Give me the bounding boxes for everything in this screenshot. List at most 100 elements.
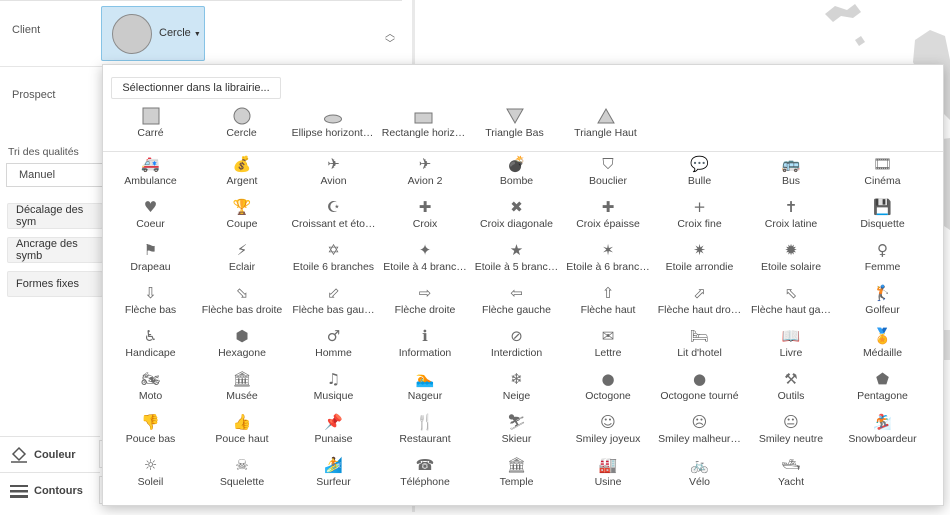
octagon-icon: ● bbox=[601, 370, 615, 388]
symbol-option[interactable]: ✉ Lettre bbox=[563, 326, 654, 368]
symbol-option[interactable]: ✝ Croix latine bbox=[746, 197, 837, 239]
symbol-grid: 🚑 Ambulance 💰 Argent ✈ Avion ✈ Avion 2 💣 Bombe ⛉ Bo… bbox=[103, 153, 943, 503]
shape-option-triangle-bas[interactable]: Triangle Bas bbox=[469, 105, 560, 147]
shape-option-ellipse[interactable]: Ellipse horizont… bbox=[287, 105, 378, 147]
symbol-option[interactable]: 😐 Smiley neutre bbox=[746, 412, 837, 454]
symbol-option[interactable]: 🏛 Musée bbox=[197, 369, 288, 411]
shape-option-carre[interactable]: Carré bbox=[105, 105, 196, 147]
symbol-option[interactable]: ❄ Neige bbox=[471, 369, 562, 411]
symbol-option[interactable]: 🏅 Médaille bbox=[837, 326, 928, 368]
decalage-button[interactable]: Décalage des sym bbox=[7, 203, 103, 229]
symbol-option[interactable]: ☠ Squelette bbox=[197, 455, 288, 497]
symbol-option[interactable]: ⇨ Flèche droite bbox=[380, 283, 471, 325]
symbol-option[interactable]: 🍴 Restaurant bbox=[380, 412, 471, 454]
five-point-star-icon: ★ bbox=[509, 241, 524, 259]
symbol-option[interactable]: ☪ Croissant et éto… bbox=[288, 197, 379, 239]
symbol-option[interactable]: 🎞 Cinéma bbox=[837, 154, 928, 196]
symbol-option[interactable]: 🏭 Usine bbox=[563, 455, 654, 497]
shape-select-button[interactable]: Cercle ▼ bbox=[101, 6, 205, 61]
symbol-option[interactable]: ☺ Smiley joyeux bbox=[563, 412, 654, 454]
chevron-down-icon[interactable]: ﹀ bbox=[381, 40, 399, 50]
symbol-option[interactable]: ✈ Avion 2 bbox=[380, 154, 471, 196]
symbol-option[interactable]: ♥ Coeur bbox=[105, 197, 196, 239]
symbol-option[interactable]: ⬟ Pentagone bbox=[837, 369, 928, 411]
shape-option-rectangle[interactable]: Rectangle horiz… bbox=[378, 105, 469, 147]
symbol-option[interactable]: ☹ Smiley malheur… bbox=[654, 412, 745, 454]
symbol-option[interactable]: ℹ Information bbox=[380, 326, 471, 368]
symbol-option[interactable]: ✈ Avion bbox=[288, 154, 379, 196]
symbol-option[interactable]: 🚌 Bus bbox=[746, 154, 837, 196]
symbol-option[interactable]: ♂ Homme bbox=[288, 326, 379, 368]
symbol-option[interactable]: ✦ Etoile à 4 branc… bbox=[380, 240, 471, 282]
symbol-option[interactable]: ⬃ Flèche bas gau… bbox=[288, 283, 379, 325]
symbol-option[interactable]: ☎ Téléphone bbox=[380, 455, 471, 497]
shape-option-triangle-haut[interactable]: Triangle Haut bbox=[560, 105, 651, 147]
symbol-option[interactable]: ⬂ Flèche bas droite bbox=[197, 283, 288, 325]
bomb-icon: 💣 bbox=[507, 155, 526, 173]
symbol-option[interactable]: 🛏 Lit d'hotel bbox=[654, 326, 745, 368]
symbol-option[interactable]: 🏆 Coupe bbox=[197, 197, 288, 239]
contours-section[interactable]: Contours bbox=[0, 472, 100, 508]
symbol-option[interactable]: 🏛 Temple bbox=[471, 455, 562, 497]
symbol-option[interactable]: ⚒ Outils bbox=[746, 369, 837, 411]
symbol-option[interactable]: ⇩ Flèche bas bbox=[105, 283, 196, 325]
plane-2-icon: ✈ bbox=[418, 155, 432, 173]
ancrage-button[interactable]: Ancrage des symb bbox=[7, 237, 103, 263]
symbol-option[interactable]: 🚲 Vélo bbox=[654, 455, 745, 497]
symbol-option[interactable]: ✹ Etoile solaire bbox=[746, 240, 837, 282]
symbol-option[interactable]: ⬀ Flèche haut dro… bbox=[654, 283, 745, 325]
symbol-option[interactable]: ⬁ Flèche haut ga… bbox=[746, 283, 837, 325]
symbol-option[interactable]: 📖 Livre bbox=[746, 326, 837, 368]
shape-select-label: Cercle bbox=[159, 27, 191, 39]
symbol-option[interactable]: 🏂 Snowboardeur bbox=[837, 412, 928, 454]
symbol-option[interactable]: ⛷ Skieur bbox=[471, 412, 562, 454]
flag-icon: ⚑ bbox=[143, 241, 158, 259]
symbol-option[interactable]: 🛥 Yacht bbox=[746, 455, 837, 497]
symbol-option[interactable]: ⊘ Interdiction bbox=[471, 326, 562, 368]
symbol-option[interactable]: 🏊 Nageur bbox=[380, 369, 471, 411]
symbol-option[interactable]: ● Octogone tourné bbox=[654, 369, 745, 411]
symbol-option[interactable]: ⛉ Bouclier bbox=[563, 154, 654, 196]
symbol-option[interactable]: ☼ Soleil bbox=[105, 455, 196, 497]
rectangle-icon bbox=[378, 105, 469, 125]
symbol-option[interactable]: ⇧ Flèche haut bbox=[563, 283, 654, 325]
shape-option-cercle[interactable]: Cercle bbox=[196, 105, 287, 147]
symbol-option[interactable]: 🏌 Golfeur bbox=[837, 283, 928, 325]
quality-sort-select[interactable]: Manuel bbox=[6, 163, 106, 187]
symbol-option[interactable]: ✡ Etoile 6 branches bbox=[288, 240, 379, 282]
symbol-name: Etoile arrondie bbox=[665, 261, 734, 273]
symbol-name: Flèche bas gau… bbox=[292, 304, 375, 316]
spinner[interactable]: ︿ ﹀ bbox=[381, 30, 399, 50]
symbol-option[interactable]: 💬 Bulle bbox=[654, 154, 745, 196]
symbol-option[interactable]: 📌 Punaise bbox=[288, 412, 379, 454]
symbol-option[interactable]: + Croix fine bbox=[654, 197, 745, 239]
shape-picker-popup: Sélectionner dans la librairie... Carré … bbox=[102, 64, 944, 506]
shape-name: Cercle bbox=[226, 127, 257, 139]
symbol-option[interactable]: 💰 Argent bbox=[197, 154, 288, 196]
symbol-option[interactable]: 💾 Disquette bbox=[837, 197, 928, 239]
symbol-option[interactable]: ⚑ Drapeau bbox=[105, 240, 196, 282]
symbol-option[interactable]: 👍 Pouce haut bbox=[197, 412, 288, 454]
symbol-option[interactable]: ● Octogone bbox=[563, 369, 654, 411]
symbol-name: Flèche bas bbox=[124, 304, 177, 316]
symbol-option[interactable]: ♀ Femme bbox=[837, 240, 928, 282]
symbol-option[interactable]: ⇦ Flèche gauche bbox=[471, 283, 562, 325]
symbol-option[interactable]: ✖ Croix diagonale bbox=[471, 197, 562, 239]
symbol-option[interactable]: ⚡ Eclair bbox=[197, 240, 288, 282]
symbol-option[interactable]: ✷ Etoile arrondie bbox=[654, 240, 745, 282]
symbol-option[interactable]: ✚ Croix épaisse bbox=[563, 197, 654, 239]
library-select-button[interactable]: Sélectionner dans la librairie... bbox=[111, 77, 281, 99]
symbol-option[interactable]: 🏄 Surfeur bbox=[288, 455, 379, 497]
symbol-option[interactable]: ⬢ Hexagone bbox=[197, 326, 288, 368]
symbol-option[interactable]: 🏍 Moto bbox=[105, 369, 196, 411]
symbol-option[interactable]: 💣 Bombe bbox=[471, 154, 562, 196]
symbol-option[interactable]: 🚑 Ambulance bbox=[105, 154, 196, 196]
couleur-section[interactable]: Couleur bbox=[0, 436, 100, 472]
symbol-option[interactable]: ✚ Croix bbox=[380, 197, 471, 239]
symbol-option[interactable]: ✶ Etoile à 6 branc… bbox=[563, 240, 654, 282]
symbol-option[interactable]: 👎 Pouce bas bbox=[105, 412, 196, 454]
symbol-option[interactable]: ♫ Musique bbox=[288, 369, 379, 411]
symbol-option[interactable]: ♿ Handicape bbox=[105, 326, 196, 368]
symbol-option[interactable]: ★ Etoile à 5 branc… bbox=[471, 240, 562, 282]
formes-fixes-button[interactable]: Formes fixes bbox=[7, 271, 103, 297]
